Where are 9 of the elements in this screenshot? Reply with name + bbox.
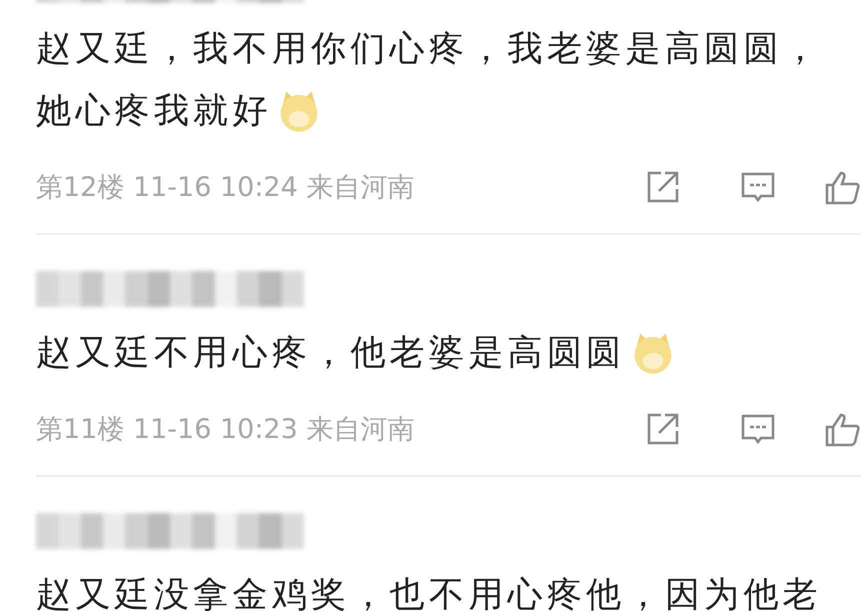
thumbs-up-icon[interactable] (825, 411, 861, 447)
comment-meta: 第12楼 11-16 10:24 来自河南 (36, 171, 416, 205)
comment-text: 赵又廷，我不用你们心疼，我老婆是高圆圆， (36, 28, 822, 70)
share-icon[interactable] (645, 169, 681, 205)
comment-text: 她心疼我就好 (36, 90, 272, 132)
comment-meta: 第11楼 11-16 10:23 来自河南 (36, 413, 416, 447)
thumbs-up-icon[interactable] (825, 169, 861, 205)
share-icon[interactable] (645, 411, 681, 447)
comment-text: 赵又廷不用心疼，他老婆是高圆圆 (36, 332, 626, 374)
